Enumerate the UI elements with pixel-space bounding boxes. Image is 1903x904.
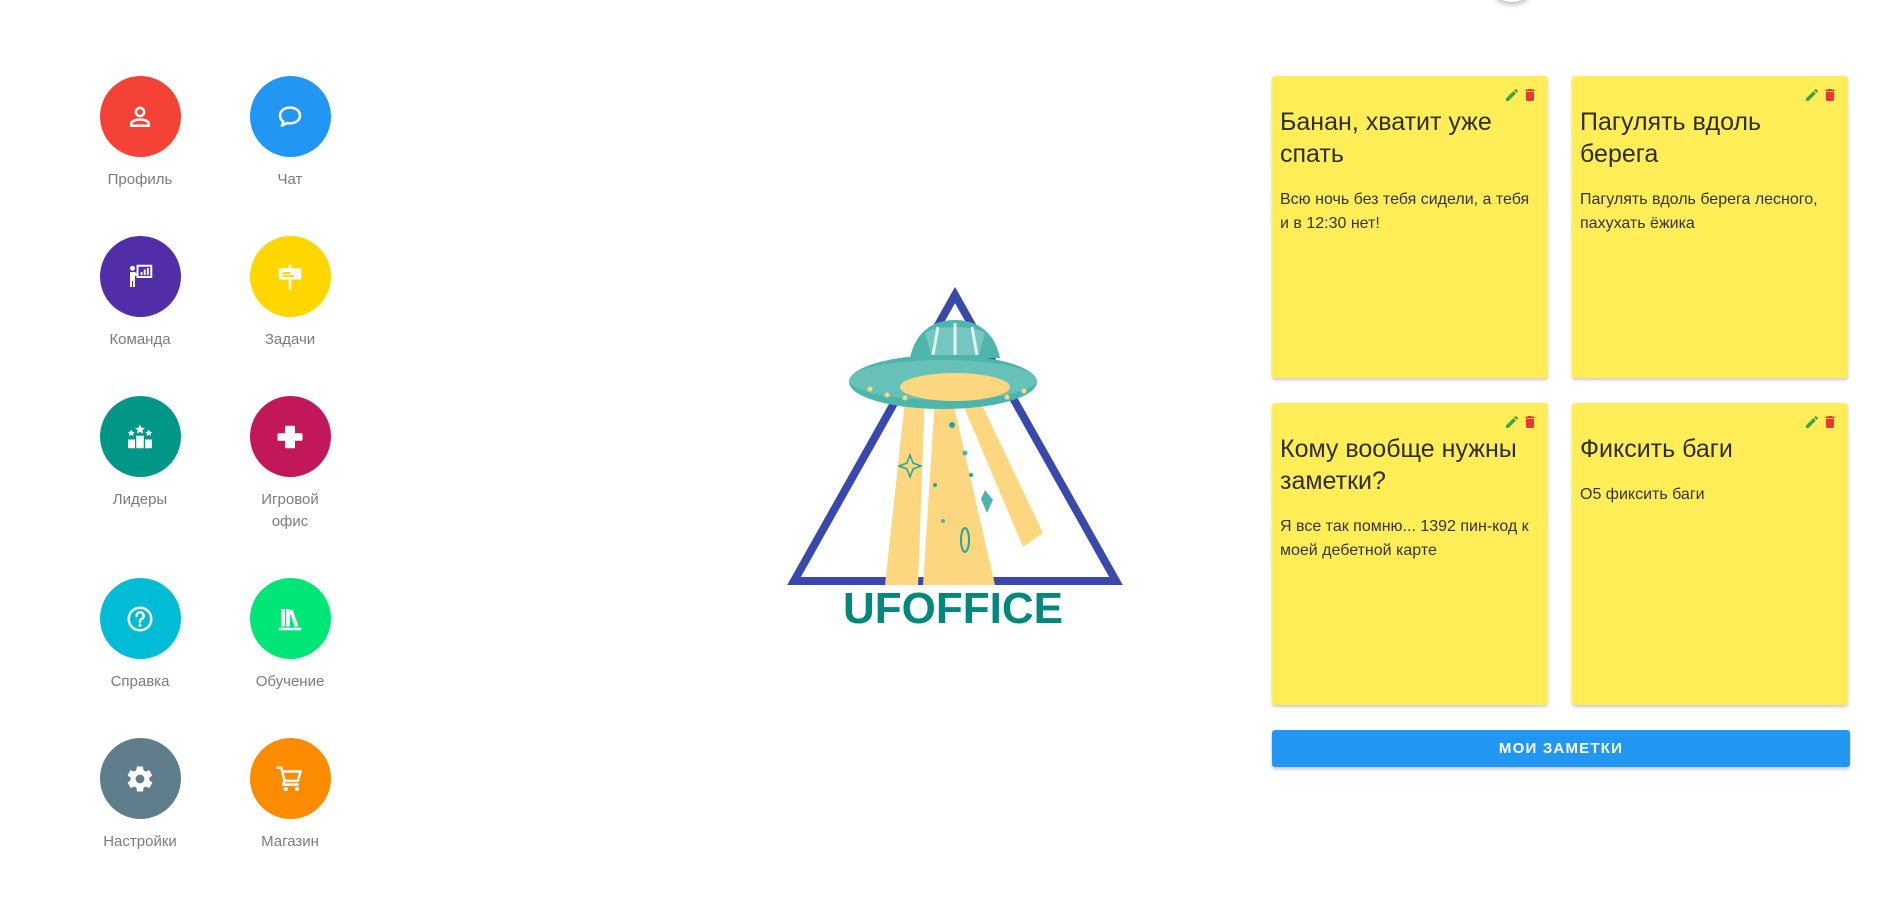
nav-item-learning[interactable]: Обучение [215,578,365,693]
nav-item-circle [249,76,331,157]
nav-item-circle [99,738,181,819]
nav-item-label: Профиль [107,171,173,188]
nav-item-label: Лидеры [112,491,168,508]
nav-item-chat[interactable]: Чат [215,76,365,191]
edit-icon[interactable] [1504,87,1520,103]
gamepad-icon [277,425,303,448]
presenter-icon [130,264,153,287]
help-icon [127,606,153,631]
books-icon [278,608,302,630]
note-actions [1804,414,1838,430]
edit-icon[interactable] [1804,414,1820,430]
person-icon [130,106,150,127]
chat-bubble-icon [278,105,302,127]
note-card[interactable]: Пагулять вдоль берега Пагулять вдоль бер… [1572,76,1848,378]
note-card[interactable]: Кому вообще нужны заметки? Я все так пом… [1272,403,1548,705]
delete-icon[interactable] [1522,87,1538,103]
note-title: Банан, хватит уже спать [1280,108,1492,168]
nav-item-circle [249,578,331,659]
avatar[interactable] [1488,0,1536,2]
nav-item-circle [99,76,181,157]
logo-text: UFOFFICE [843,584,1063,633]
nav-item-circle [99,578,181,659]
note-body: О5 фиксить баги [1580,486,1705,503]
nav-item-help[interactable]: Справка [65,578,215,693]
note-actions [1504,87,1538,103]
nav-item-tasks[interactable]: Задачи [215,236,365,351]
delete-icon[interactable] [1822,414,1838,430]
note-title: Фиксить баги [1580,435,1733,463]
signboard-icon [278,264,302,289]
note-card[interactable]: Банан, хватит уже спать Всю ночь без теб… [1272,76,1548,378]
shopping-cart-icon [276,766,302,791]
nav-item-label: Игровой офис [261,491,319,530]
nav-item-label: Задачи [264,331,316,348]
note-title: Кому вообще нужны заметки? [1280,435,1517,495]
nav-item-label: Справка [110,673,170,690]
nav-item-leaders[interactable]: Лидеры [65,396,215,511]
nav-item-circle [99,236,181,317]
nav-item-label: Команда [109,331,171,348]
nav-item-game-office[interactable]: Игровой офис [215,396,365,533]
leaderboard-icon [127,424,153,448]
nav-item-label: Обучение [255,673,325,690]
nav-item-shop[interactable]: Магазин [215,738,365,853]
my-notes-button[interactable]: МОИ ЗАМЕТКИ [1272,730,1850,767]
note-actions [1504,414,1538,430]
nav-item-circle [249,236,331,317]
edit-icon[interactable] [1804,87,1820,103]
note-title: Пагулять вдоль берега [1580,108,1762,168]
nav-item-team[interactable]: Команда [65,236,215,351]
nav-item-label: Чат [277,171,303,188]
logo-graphic: UFOFFICE [787,286,1123,633]
delete-icon[interactable] [1522,414,1538,430]
ufoffice-logo: UFOFFICE [775,285,1125,640]
edit-icon[interactable] [1504,414,1520,430]
nav-item-label: Магазин [261,833,319,850]
note-body: Я все так помню... 1392 пин-код к моей д… [1280,518,1529,559]
nav-item-circle [249,738,331,819]
nav-item-settings[interactable]: Настройки [65,738,215,853]
nav-item-circle [249,396,331,477]
nav-item-circle [99,396,181,477]
nav-item-profile[interactable]: Профиль [65,76,215,191]
note-body: Всю ночь без тебя сидели, а тебя и в 12:… [1280,191,1530,232]
note-body: Пагулять вдоль берега лесного, пахухать … [1580,191,1818,232]
gear-icon [127,766,153,792]
delete-icon[interactable] [1822,87,1838,103]
nav-item-label: Настройки [103,833,177,850]
note-card[interactable]: Фиксить баги О5 фиксить баги [1572,403,1848,705]
note-actions [1804,87,1838,103]
